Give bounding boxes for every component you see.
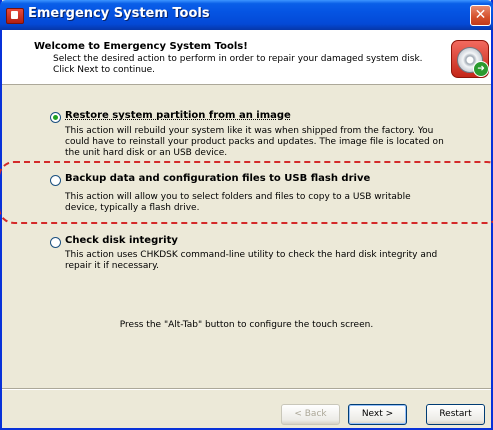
option-description: This action will allow you to select fol… (65, 192, 411, 213)
arrow-icon: ➜ (473, 61, 489, 77)
title-bar[interactable]: Emergency System Tools ✕ (0, 0, 493, 30)
option-description: This action will rebuild your system lik… (65, 126, 444, 158)
window-title: Emergency System Tools (28, 6, 210, 21)
option-description: This action uses CHKDSK command-line uti… (65, 250, 438, 271)
option-label[interactable]: Restore system partition from an image (65, 110, 291, 121)
wizard-header: Welcome to Emergency System Tools! Selec… (2, 30, 491, 85)
header-description: Select the desired action to perform in … (53, 54, 423, 75)
header-title: Welcome to Emergency System Tools! (34, 41, 248, 52)
back-button[interactable]: < Back (281, 404, 340, 425)
next-button[interactable]: Next > (348, 404, 407, 425)
radio-check-disk[interactable] (50, 237, 61, 248)
emergency-tools-window: Emergency System Tools ✕ Welcome to Emer… (0, 0, 493, 430)
radio-restore-partition[interactable] (50, 112, 61, 123)
option-label[interactable]: Backup data and configuration files to U… (65, 173, 370, 184)
touch-screen-hint: Press the "Alt-Tab" button to configure … (119, 320, 374, 330)
disc-repair-icon: ➜ (451, 40, 489, 78)
close-icon[interactable]: ✕ (470, 5, 491, 26)
app-icon (6, 8, 24, 24)
option-label[interactable]: Check disk integrity (65, 235, 178, 246)
restart-button[interactable]: Restart (426, 404, 485, 425)
footer-divider (2, 388, 491, 390)
radio-backup-usb[interactable] (50, 175, 61, 186)
